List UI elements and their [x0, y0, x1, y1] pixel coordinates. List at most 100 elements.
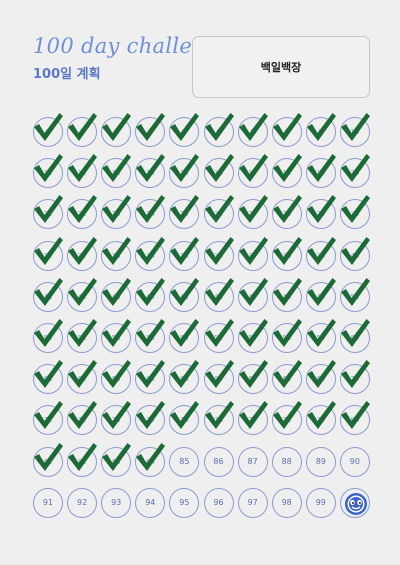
day-circle[interactable]: 41 — [33, 277, 63, 312]
day-circle[interactable]: 2 — [67, 113, 98, 147]
day-circle[interactable]: 52 — [67, 319, 98, 353]
day-circle[interactable]: 50 — [339, 277, 370, 312]
day-circle[interactable]: 40 — [339, 236, 370, 271]
day-circle[interactable]: 58 — [271, 319, 302, 353]
day-circle[interactable]: 42 — [67, 277, 98, 312]
day-circle[interactable]: 12 — [67, 154, 98, 189]
day-circle[interactable]: 97 — [237, 487, 268, 518]
day-circle[interactable]: 69 — [305, 360, 336, 395]
day-circle[interactable]: 48 — [271, 277, 302, 312]
day-circle[interactable]: 64 — [135, 360, 166, 395]
day-circle[interactable]: 25 — [169, 195, 200, 230]
day-circle[interactable]: 81 — [33, 442, 63, 477]
day-circle[interactable]: 88 — [271, 446, 302, 477]
day-circle[interactable]: 57 — [237, 319, 268, 353]
day-circle[interactable]: 15 — [169, 154, 200, 189]
day-circle[interactable]: 26 — [203, 195, 234, 230]
day-circle[interactable]: 5 — [169, 113, 200, 147]
day-circle[interactable]: 30 — [339, 195, 370, 230]
day-circle[interactable]: 84 — [135, 442, 166, 477]
day-circle[interactable]: 45 — [169, 277, 200, 312]
day-circle[interactable]: 95 — [169, 487, 200, 518]
day-circle[interactable]: 22 — [67, 195, 98, 230]
day-circle[interactable]: 62 — [67, 360, 98, 395]
day-circle[interactable]: 36 — [203, 236, 234, 271]
day-circle[interactable]: 63 — [101, 360, 132, 395]
day-circle[interactable]: 61 — [33, 360, 63, 395]
day-circle[interactable]: 91 — [33, 487, 63, 518]
day-circle[interactable]: 44 — [135, 277, 166, 312]
day-circle[interactable]: 19 — [305, 154, 336, 189]
day-circle[interactable]: 79 — [305, 401, 336, 436]
day-circle[interactable]: 83 — [101, 442, 132, 477]
day-circle[interactable]: 71 — [33, 401, 63, 436]
day-circle[interactable]: 94 — [135, 487, 166, 518]
day-circle[interactable]: 47 — [237, 277, 268, 312]
day-circle[interactable]: 28 — [271, 195, 302, 230]
day-circle[interactable]: 59 — [305, 319, 336, 353]
day-circle[interactable]: 18 — [271, 154, 302, 189]
day-circle[interactable]: 46 — [203, 277, 234, 312]
day-circle[interactable]: 33 — [101, 236, 132, 271]
day-circle[interactable]: 27 — [237, 195, 268, 230]
day-circle[interactable]: 89 — [305, 446, 336, 477]
day-circle[interactable]: 75 — [169, 401, 200, 436]
day-circle[interactable]: 74 — [135, 401, 166, 436]
day-circle[interactable]: 60 — [339, 319, 370, 353]
day-circle[interactable]: 56 — [203, 319, 234, 353]
day-circle[interactable]: 31 — [33, 236, 63, 271]
day-circle[interactable]: 32 — [67, 236, 98, 271]
day-circle[interactable]: 78 — [271, 401, 302, 436]
day-circle[interactable]: 51 — [33, 319, 63, 353]
day-circle[interactable]: 37 — [237, 236, 268, 271]
day-circle[interactable]: 86 — [203, 446, 234, 477]
day-circle[interactable]: 98 — [271, 487, 302, 518]
day-circle[interactable]: 29 — [305, 195, 336, 230]
day-circle[interactable]: 49 — [305, 277, 336, 312]
day-circle[interactable]: 43 — [101, 277, 132, 312]
day-circle[interactable]: 90 — [339, 446, 370, 477]
day-circle[interactable]: 72 — [67, 401, 98, 436]
day-circle[interactable]: 85 — [169, 446, 200, 477]
day-circle[interactable]: 9 — [305, 113, 336, 147]
day-circle[interactable]: 24 — [135, 195, 166, 230]
day-circle-final[interactable] — [339, 487, 370, 518]
day-circle[interactable]: 99 — [305, 487, 336, 518]
day-circle[interactable]: 92 — [67, 487, 98, 518]
day-circle[interactable]: 3 — [101, 113, 132, 147]
day-circle[interactable]: 7 — [237, 113, 268, 147]
day-circle[interactable]: 16 — [203, 154, 234, 189]
day-circle[interactable]: 67 — [237, 360, 268, 395]
day-circle[interactable]: 96 — [203, 487, 234, 518]
day-circle[interactable]: 6 — [203, 113, 234, 147]
day-circle[interactable]: 87 — [237, 446, 268, 477]
day-circle[interactable]: 73 — [101, 401, 132, 436]
day-circle[interactable]: 34 — [135, 236, 166, 271]
day-circle[interactable]: 65 — [169, 360, 200, 395]
day-circle[interactable]: 14 — [135, 154, 166, 189]
day-circle[interactable]: 20 — [339, 154, 370, 189]
day-circle[interactable]: 21 — [33, 195, 63, 230]
day-circle[interactable]: 23 — [101, 195, 132, 230]
day-circle[interactable]: 10 — [339, 113, 370, 147]
day-circle[interactable]: 4 — [135, 113, 166, 147]
day-circle[interactable]: 77 — [237, 401, 268, 436]
day-circle[interactable]: 93 — [101, 487, 132, 518]
day-circle[interactable]: 82 — [67, 442, 98, 477]
day-circle[interactable]: 70 — [339, 360, 370, 395]
day-circle[interactable]: 80 — [339, 401, 370, 436]
day-circle[interactable]: 17 — [237, 154, 268, 189]
day-circle[interactable]: 13 — [101, 154, 132, 189]
day-circle[interactable]: 55 — [169, 319, 200, 353]
day-circle[interactable]: 8 — [271, 113, 302, 147]
day-circle[interactable]: 53 — [101, 319, 132, 353]
day-circle[interactable]: 68 — [271, 360, 302, 395]
day-circle[interactable]: 1 — [33, 113, 63, 147]
day-circle[interactable]: 54 — [135, 319, 166, 353]
day-circle[interactable]: 11 — [33, 154, 63, 189]
day-circle[interactable]: 39 — [305, 236, 336, 271]
day-circle[interactable]: 66 — [203, 360, 234, 395]
day-circle[interactable]: 76 — [203, 401, 234, 436]
day-circle[interactable]: 38 — [271, 236, 302, 271]
day-circle[interactable]: 35 — [169, 236, 200, 271]
